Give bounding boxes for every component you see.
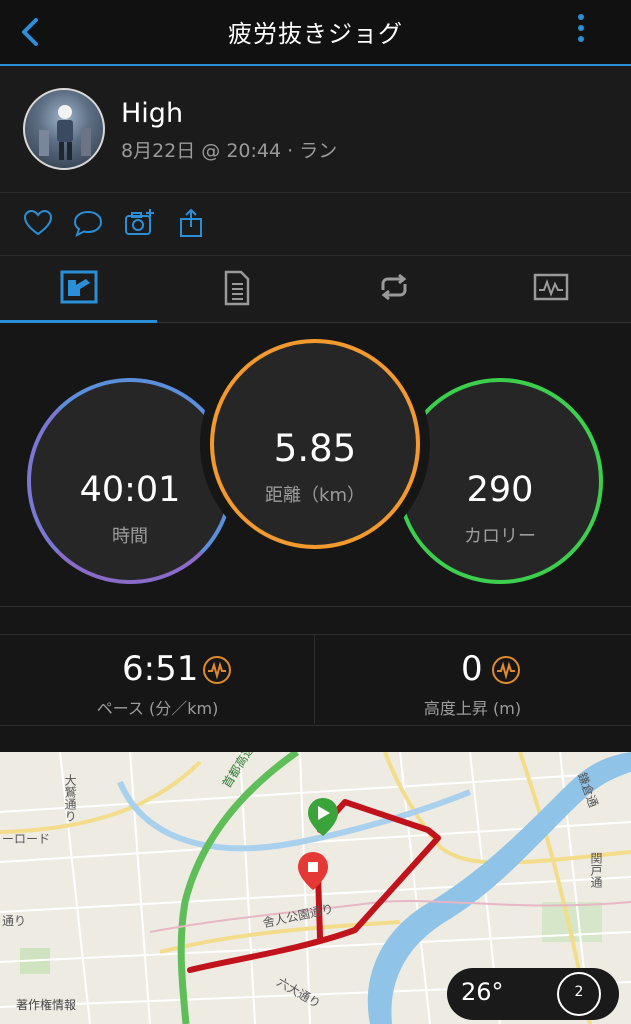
add-photo-camera-icon[interactable]	[123, 207, 155, 239]
charts-graph-icon	[533, 273, 569, 301]
map-label-street-left: 通り	[2, 914, 27, 928]
overview-stats-icon	[60, 270, 98, 304]
laps-loop-icon	[381, 273, 407, 301]
elevation-metric: 0 高度上昇 (m)	[315, 635, 630, 725]
activity-title: 疲労抜きジョグ	[228, 20, 403, 48]
distance-value: 5.85	[273, 427, 357, 470]
social-actions-bar	[0, 193, 631, 256]
calories-label: カロリー	[464, 526, 536, 547]
distance-label: 距離（km）	[265, 485, 365, 506]
tab-overview[interactable]	[0, 256, 157, 323]
activity-tabs	[0, 256, 631, 323]
wind-speed-value: 2	[574, 984, 584, 1000]
calories-ring: 290 カロリー	[397, 378, 603, 584]
elevation-label: 高度上昇 (m)	[423, 699, 522, 718]
calories-value: 290	[466, 470, 534, 510]
pace-label: ペース (分／km)	[96, 699, 219, 718]
wind-indicator-icon: 2	[557, 972, 601, 1016]
map-copyright-link[interactable]: 著作権情報	[16, 996, 76, 1013]
tab-charts[interactable]	[472, 256, 629, 322]
elevation-info-icon[interactable]	[491, 655, 521, 685]
elevation-value: 0	[461, 649, 483, 689]
like-heart-icon[interactable]	[22, 207, 54, 239]
metrics-divider	[314, 634, 315, 724]
distance-ring: 5.85 距離（km）	[210, 339, 420, 549]
comment-bubble-icon[interactable]	[72, 207, 104, 239]
runner-photo-icon	[39, 105, 91, 160]
time-value: 40:01	[79, 470, 181, 510]
activity-date-type: 8月22日 @ 20:44 · ラン	[121, 140, 338, 162]
pace-info-icon[interactable]	[202, 655, 232, 685]
details-document-icon	[224, 270, 250, 306]
time-label: 時間	[112, 526, 148, 547]
pace-metric: 6:51 ペース (分／km)	[0, 635, 315, 725]
stats-rings: 40:01 時間 290 カロリー 5.85 距離（km）	[0, 323, 631, 607]
map-label-road: ーロード	[2, 832, 51, 846]
tab-details[interactable]	[157, 256, 314, 322]
top-app-bar: 疲労抜きジョグ	[0, 0, 631, 66]
weather-badge: 26° 2	[447, 968, 619, 1020]
share-icon[interactable]	[175, 207, 207, 239]
temperature-value: 26°	[461, 978, 504, 1006]
route-map[interactable]: 大鷲通り ーロード 首都高速6号三郷線 舎人公園通り 六大通り 鎌倉通 関戸通 …	[0, 752, 631, 1024]
user-name: High	[121, 98, 184, 129]
map-label-street: 大鷲通り	[63, 774, 77, 822]
tab-laps[interactable]	[315, 256, 472, 322]
pace-value: 6:51	[122, 649, 199, 689]
more-options-icon[interactable]	[570, 14, 592, 50]
map-label-sekido-street: 関戸通	[589, 852, 603, 888]
time-ring: 40:01 時間	[27, 378, 233, 584]
metrics-row: 6:51 ペース (分／km) 0 高度上昇 (m)	[0, 634, 631, 726]
profile-section: High 8月22日 @ 20:44 · ラン	[0, 66, 631, 193]
avatar[interactable]	[23, 88, 105, 170]
